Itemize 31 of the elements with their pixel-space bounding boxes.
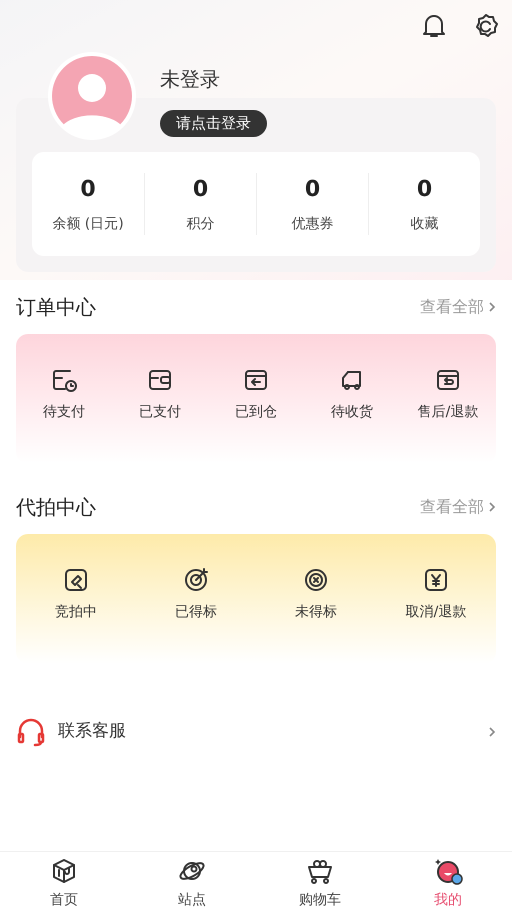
shortcut-item[interactable]: 已得标	[136, 566, 256, 623]
shortcut-item[interactable]: 取消/退款	[376, 566, 496, 623]
chevron-right-icon	[488, 726, 496, 738]
stat-item[interactable]: 0 积分	[144, 173, 256, 235]
chevron-right-icon	[488, 301, 496, 313]
stat-item[interactable]: 0 收藏	[368, 173, 480, 235]
stat-item[interactable]: 0 余额 (日元)	[32, 173, 144, 235]
shortcut-item[interactable]: 竞拍中	[16, 566, 136, 623]
headset-icon	[16, 717, 46, 747]
shortcut-item[interactable]: 待收货	[304, 366, 400, 423]
cross-circle-icon	[302, 566, 330, 594]
section-title: 代拍中心	[16, 494, 96, 521]
tab-item[interactable]: 首页	[0, 856, 128, 913]
tab-item[interactable]: 站点	[128, 856, 256, 913]
shortcut-item[interactable]: 售后/退款	[400, 366, 496, 423]
chevron-right-icon	[488, 501, 496, 513]
login-button[interactable]: 请点击登录	[160, 110, 267, 136]
tab-item[interactable]: 购物车	[256, 856, 384, 913]
user-name: 未登录	[160, 66, 221, 93]
gavel-icon	[62, 566, 90, 594]
bell-icon[interactable]	[420, 12, 448, 40]
stat-item[interactable]: 0 优惠券	[256, 173, 368, 235]
shortcut-item[interactable]: 已支付	[112, 366, 208, 423]
section-title: 订单中心	[16, 294, 96, 321]
shortcut-item[interactable]: 未得标	[256, 566, 376, 623]
shortcut-item[interactable]: 已到仓	[208, 366, 304, 423]
yen-icon	[422, 566, 450, 594]
tab-item[interactable]: 我的	[384, 856, 512, 913]
shortcut-item[interactable]: 待支付	[16, 366, 112, 423]
target-icon	[182, 566, 210, 594]
customer-service-row[interactable]: 联系客服	[16, 704, 496, 760]
